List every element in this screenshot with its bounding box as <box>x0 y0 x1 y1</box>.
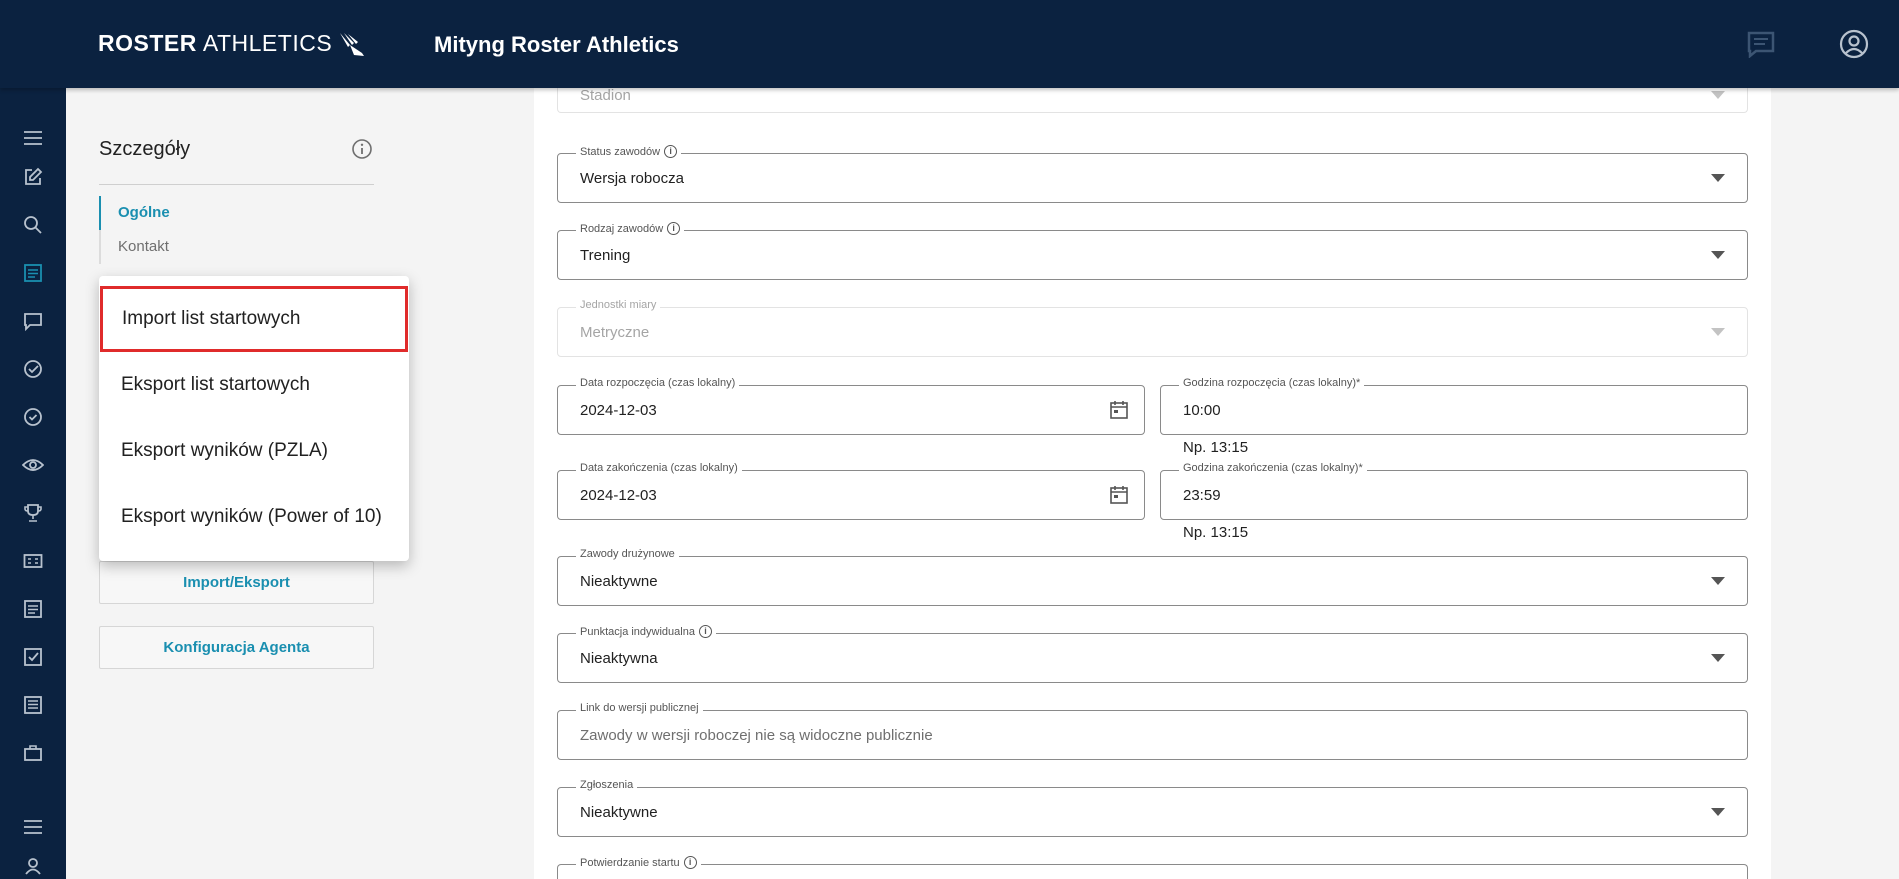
chevron-down-icon <box>1711 91 1725 99</box>
agent-config-button[interactable]: Konfiguracja Agenta <box>99 626 374 669</box>
start-time-value: 10:00 <box>1183 401 1221 419</box>
individual-value: Nieaktywna <box>580 649 658 667</box>
start-date-field[interactable]: Data rozpoczęcia (czas lokalny) 2024-12-… <box>557 377 1145 435</box>
edit-icon[interactable] <box>20 164 46 190</box>
sidebar-nav: Ogólne Kontakt <box>99 196 374 264</box>
trophy-icon[interactable] <box>20 500 46 526</box>
search-icon[interactable] <box>20 212 46 238</box>
chevron-down-icon <box>1711 577 1725 585</box>
units-value: Metryczne <box>580 323 650 341</box>
divider <box>99 184 374 185</box>
confirm-label: Potwierdzanie startu <box>580 856 680 869</box>
chat-icon[interactable] <box>20 308 46 334</box>
menu-icon[interactable] <box>20 814 46 840</box>
start-time-field[interactable]: Godzina rozpoczęcia (czas lokalny)* 10:0… <box>1160 377 1748 435</box>
end-time-field[interactable]: Godzina zakończenia (czas lokalny)* 23:5… <box>1160 462 1748 520</box>
end-time-hint: Np. 13:15 <box>1183 524 1249 541</box>
start-date-value: 2024-12-03 <box>580 401 657 419</box>
document-icon[interactable] <box>20 692 46 718</box>
info-icon[interactable]: i <box>667 222 681 235</box>
start-confirmation-select[interactable]: Potwierdzanie startu i <box>557 856 1748 879</box>
check-circle-icon[interactable] <box>20 356 46 382</box>
menu-item-import-start-lists[interactable]: Import list startowych <box>100 286 408 352</box>
winged-shoe-icon <box>340 32 365 56</box>
sidebar-item-contact[interactable]: Kontakt <box>101 230 374 264</box>
checkbox-icon[interactable] <box>20 644 46 670</box>
roster-athletics-logo[interactable]: ROSTER ATHLETICS <box>98 30 366 57</box>
eye-icon[interactable] <box>20 452 46 478</box>
calendar-icon[interactable] <box>1108 484 1130 506</box>
entries-select[interactable]: Zgłoszenia Nieaktywne <box>557 779 1748 837</box>
chevron-down-icon <box>1711 251 1725 259</box>
chevron-down-icon <box>1711 808 1725 816</box>
public-link-placeholder: Zawody w wersji roboczej nie są widoczne… <box>580 726 933 744</box>
import-export-menu: Import list startowych Eksport list star… <box>99 276 409 561</box>
page-title: Mityng Roster Athletics <box>434 32 679 57</box>
sidebar-title: Szczegóły <box>99 138 191 160</box>
menu-item-export-start-lists[interactable]: Eksport list startowych <box>99 352 409 418</box>
competition-form: Stadion Status zawodów i Wersja robocza R… <box>534 78 1771 879</box>
account-icon[interactable] <box>1838 28 1870 60</box>
chevron-down-icon <box>1711 654 1725 662</box>
messages-icon[interactable] <box>1745 28 1777 60</box>
list-icon[interactable] <box>20 260 46 286</box>
info-icon[interactable]: i <box>683 856 697 869</box>
info-icon[interactable] <box>351 138 373 160</box>
public-link-field[interactable]: Link do wersji publicznej Zawody w wersj… <box>557 702 1748 760</box>
import-export-button[interactable]: Import/Eksport <box>99 561 374 604</box>
team-value: Nieaktywne <box>580 572 658 590</box>
info-icon[interactable]: i <box>698 625 712 638</box>
entries-value: Nieaktywne <box>580 803 658 821</box>
status-value: Wersja robocza <box>580 169 684 187</box>
chevron-down-icon <box>1711 328 1725 336</box>
list-icon[interactable] <box>20 596 46 622</box>
start-time-hint: Np. 13:15 <box>1183 439 1249 456</box>
check-circle-icon[interactable] <box>20 404 46 430</box>
end-date-value: 2024-12-03 <box>580 486 657 504</box>
units-select: Jednostki miary Metryczne <box>557 299 1748 357</box>
sidebar-item-general[interactable]: Ogólne <box>99 196 374 230</box>
calendar-icon[interactable] <box>1108 399 1130 421</box>
top-header: ROSTER ATHLETICS Mityng Roster Athletics <box>0 0 1899 88</box>
scoreboard-icon[interactable] <box>20 548 46 574</box>
menu-item-export-results-pzla[interactable]: Eksport wyników (PZLA) <box>99 418 409 484</box>
type-select[interactable]: Rodzaj zawodów i Trening <box>557 222 1748 280</box>
menu-icon[interactable] <box>20 125 46 151</box>
left-rail <box>0 88 66 879</box>
status-select[interactable]: Status zawodów i Wersja robocza <box>557 145 1748 203</box>
end-time-value: 23:59 <box>1183 486 1221 504</box>
individual-scoring-select[interactable]: Punktacja indywidualna i Nieaktywna <box>557 625 1748 683</box>
user-icon[interactable] <box>20 853 46 879</box>
menu-item-export-results-power-of-10[interactable]: Eksport wyników (Power of 10) <box>99 484 409 550</box>
chevron-down-icon <box>1711 174 1725 182</box>
briefcase-icon[interactable] <box>20 740 46 766</box>
team-competition-select[interactable]: Zawody drużynowe Nieaktywne <box>557 548 1748 606</box>
type-value: Trening <box>580 246 631 264</box>
end-date-field[interactable]: Data zakończenia (czas lokalny) 2024-12-… <box>557 462 1145 520</box>
